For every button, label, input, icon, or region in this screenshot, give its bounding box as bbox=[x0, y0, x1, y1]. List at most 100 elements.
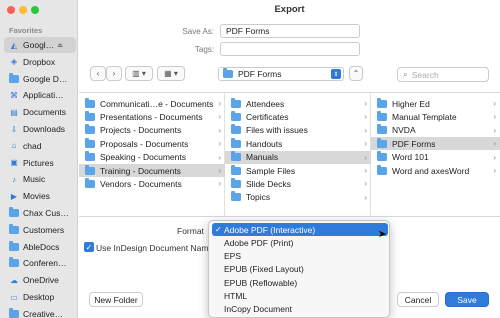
folder-row-label: Presentations - Documents bbox=[100, 111, 203, 122]
eject-icon[interactable]: ⏏ bbox=[57, 42, 63, 49]
new-folder-button[interactable]: New Folder bbox=[89, 292, 143, 307]
folder-row[interactable]: Proposals - Documents › bbox=[79, 137, 225, 150]
folder-row[interactable]: Higher Ed › bbox=[371, 97, 500, 110]
close-window-button[interactable] bbox=[7, 6, 15, 14]
sidebar-item[interactable]: ☁ OneDrive bbox=[4, 272, 76, 288]
folder-icon bbox=[9, 257, 19, 268]
sidebar-item[interactable]: Google D… bbox=[4, 71, 76, 87]
format-option[interactable]: ✓ Adobe PDF (Interactive) bbox=[212, 223, 388, 236]
updown-chevron-icon: ⇕ bbox=[331, 69, 341, 79]
folder-row-label: Attendees bbox=[246, 98, 285, 109]
columns-icon: ▥ ▾ bbox=[132, 69, 146, 78]
folder-row[interactable]: Training - Documents › bbox=[79, 164, 225, 177]
format-option[interactable]: EPUB (Reflowable) bbox=[212, 276, 388, 289]
folder-row-label: Manual Template bbox=[392, 111, 457, 122]
sidebar-item[interactable]: AbleDocs bbox=[4, 239, 76, 255]
sidebar-item-label: Creative… bbox=[23, 308, 64, 318]
sidebar-item[interactable]: Creative… bbox=[4, 306, 76, 318]
sidebar-item[interactable]: ⇩ Downloads bbox=[4, 121, 76, 137]
format-option[interactable]: InCopy Document bbox=[212, 303, 388, 316]
format-option[interactable]: Adobe PDF (Print) bbox=[212, 236, 388, 249]
folder-row[interactable]: Presentations - Documents › bbox=[79, 110, 225, 123]
chevron-right-icon: › bbox=[112, 69, 116, 78]
column-browser: Communicati…e - Documents › Presentations … bbox=[79, 92, 500, 217]
tags-field[interactable] bbox=[220, 42, 360, 56]
folder-row[interactable]: Communicati…e - Documents › bbox=[79, 97, 225, 110]
folder-row[interactable]: PDF Forms › bbox=[371, 137, 500, 151]
folder-row[interactable]: Manuals › bbox=[225, 150, 371, 164]
sidebar-item[interactable]: Customers bbox=[4, 222, 76, 238]
folder-row[interactable]: Word and axesWord › bbox=[371, 164, 500, 177]
folder-row[interactable]: NVDA › bbox=[371, 124, 500, 137]
sidebar-item[interactable]: Chax Cus… bbox=[4, 205, 76, 221]
cancel-button[interactable]: Cancel bbox=[397, 292, 439, 307]
zoom-window-button[interactable] bbox=[31, 6, 39, 14]
download-icon: ⇩ bbox=[10, 124, 18, 134]
sidebar-item-label: Downloads bbox=[23, 124, 66, 134]
sidebar-item[interactable]: ⌂ chad bbox=[4, 138, 76, 154]
column-view-button[interactable]: ▥ ▾ bbox=[125, 66, 153, 81]
format-option-label: Adobe PDF (Interactive) bbox=[224, 224, 316, 235]
sidebar-item-label: Movies bbox=[23, 191, 50, 202]
minimize-window-button[interactable] bbox=[19, 6, 27, 14]
folder-icon bbox=[9, 72, 19, 84]
sidebar-item[interactable]: ♪ Music bbox=[4, 171, 76, 187]
folder-row[interactable]: Certificates › bbox=[225, 110, 371, 123]
use-document-name-label: Use InDesign Document Name bbox=[96, 243, 214, 253]
folder-row[interactable]: Word 101 › bbox=[371, 151, 500, 164]
sidebar-item[interactable]: ▣ Pictures bbox=[4, 155, 76, 171]
back-button[interactable]: ‹ bbox=[90, 66, 106, 81]
sidebar-item[interactable]: ◈ Dropbox bbox=[4, 54, 76, 70]
folder-icon bbox=[231, 137, 241, 148]
dialog-title: Export bbox=[274, 4, 305, 15]
folder-row[interactable]: Vendors - Documents › bbox=[79, 177, 225, 190]
expand-collapse-button[interactable]: ⌃ bbox=[349, 66, 363, 81]
folder-icon bbox=[85, 110, 95, 121]
folder-row[interactable]: Attendees › bbox=[225, 97, 371, 110]
sidebar-item[interactable]: ▶ Movies bbox=[4, 188, 76, 204]
folder-row-label: Word 101 bbox=[392, 152, 429, 163]
folder-row-label: Training - Documents bbox=[100, 165, 181, 176]
folder-icon bbox=[9, 240, 19, 252]
sidebar-item[interactable]: ◭ Googl… ⏏ bbox=[4, 37, 76, 53]
folder-row[interactable]: Projects - Documents › bbox=[79, 124, 225, 137]
search-field[interactable]: ⌕ Search bbox=[397, 67, 489, 82]
format-option-label: EPS bbox=[224, 251, 242, 262]
folder-row[interactable]: Slide Decks › bbox=[225, 177, 371, 190]
sidebar-item[interactable]: ▭ Desktop bbox=[4, 289, 76, 305]
checkmark-icon: ✓ bbox=[215, 225, 222, 234]
folder-row[interactable]: Handouts › bbox=[225, 137, 371, 150]
folder-row-label: Certificates bbox=[246, 111, 289, 122]
chevron-right-icon: › bbox=[364, 99, 367, 108]
format-option[interactable]: HTML bbox=[212, 290, 388, 303]
folder-icon bbox=[231, 177, 241, 188]
folder-row-label: Projects - Documents bbox=[100, 125, 182, 136]
format-option[interactable]: EPS bbox=[212, 250, 388, 263]
folder-icon bbox=[231, 97, 241, 108]
folder-row[interactable]: Sample Files › bbox=[225, 164, 371, 177]
folder-icon bbox=[377, 124, 387, 135]
folder-row[interactable]: Manual Template › bbox=[371, 110, 500, 123]
chevron-right-icon: › bbox=[218, 139, 221, 149]
sidebar-item-label: Conferen… bbox=[23, 258, 67, 269]
location-popup[interactable]: PDF Forms ⇕ bbox=[218, 67, 344, 81]
folder-row[interactable]: Topics › bbox=[225, 191, 371, 204]
folder-icon bbox=[85, 164, 95, 175]
sidebar-item[interactable]: ⌘ Applicati… bbox=[4, 87, 76, 103]
folder-row-label: Handouts bbox=[246, 138, 283, 149]
icon-view-button[interactable]: ▦ ▾ bbox=[157, 66, 185, 81]
use-document-name-checkbox[interactable]: ✓ bbox=[84, 242, 94, 252]
forward-button[interactable]: › bbox=[106, 66, 122, 81]
folder-row[interactable]: Files with issues › bbox=[225, 124, 371, 137]
save-button[interactable]: Save bbox=[445, 292, 489, 307]
applications-icon: ⌘ bbox=[10, 90, 18, 100]
save-as-field[interactable]: PDF Forms bbox=[220, 24, 360, 38]
format-label: Format bbox=[177, 226, 204, 236]
format-option[interactable]: EPUB (Fixed Layout) bbox=[212, 263, 388, 276]
folder-row[interactable]: Speaking - Documents › bbox=[79, 151, 225, 164]
chevron-right-icon: › bbox=[364, 125, 367, 135]
sidebar-item[interactable]: ▤ Documents bbox=[4, 104, 76, 120]
folder-icon bbox=[85, 151, 95, 162]
sidebar-item[interactable]: Conferen… bbox=[4, 255, 76, 271]
grid-icon: ▦ ▾ bbox=[164, 69, 178, 78]
